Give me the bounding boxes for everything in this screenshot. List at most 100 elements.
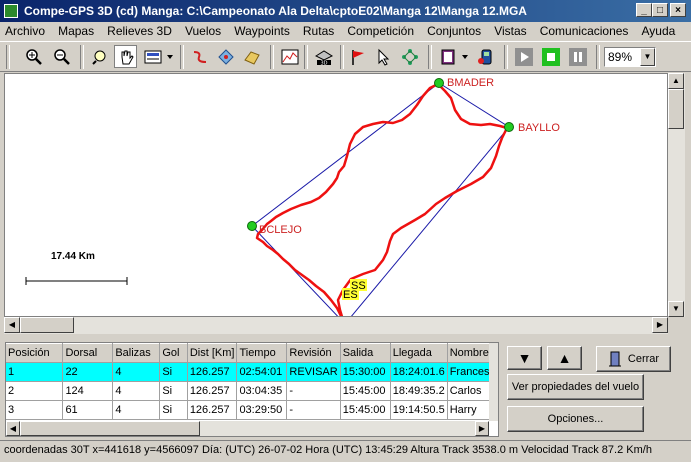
column-header[interactable]: Posición [6,343,64,363]
table-cell: 15:45:00 [340,400,391,420]
waypoint-marker[interactable] [504,122,514,132]
move-down-button[interactable]: ▼ [507,346,542,370]
menu-mapas[interactable]: Mapas [53,22,99,38]
route-line [251,82,510,316]
column-header[interactable]: Dist [Km] [187,343,238,363]
window-title: Compe-GPS 3D (cd) Manga: C:\Campeonato A… [24,4,527,18]
scroll-right-icon[interactable]: ▶ [475,421,489,436]
zoom-in-icon[interactable] [22,45,45,68]
table-cell: 2 [6,381,64,401]
waypoints-icon[interactable] [214,45,237,68]
column-header[interactable]: Gol [159,343,188,363]
column-header[interactable]: Dorsal [62,343,114,363]
scroll-down-icon[interactable]: ▼ [668,301,684,317]
map-vertical-scrollbar[interactable]: ▲ ▼ [668,73,685,317]
menu-vuelos[interactable]: Vuelos [180,22,226,38]
toolbar-separator [340,45,344,69]
pause-icon[interactable] [566,45,589,68]
table-cell: Si [159,362,188,382]
draw-track-icon[interactable] [188,45,211,68]
book-icon[interactable] [436,45,459,68]
zoom-tool-icon[interactable] [88,45,111,68]
table-header: Posición Dorsal Balizas Gol Dist [Km] Ti… [6,343,498,363]
menu-vistas[interactable]: Vistas [489,22,531,38]
toolbar-separator [270,45,274,69]
toolbar-separator [180,45,184,69]
table-vertical-scrollbar[interactable] [489,343,498,421]
chevron-down-icon[interactable]: ▼ [640,48,655,66]
close-button-label: Cerrar [627,353,660,365]
toolbar-separator [504,45,508,69]
table-horizontal-scrollbar[interactable]: ◀ ▶ [6,421,489,436]
scroll-thumb[interactable] [20,421,200,436]
table-row[interactable]: 2 124 4 Si 126.257 03:04:35 - 15:45:00 1… [6,381,498,401]
table-row[interactable]: 3 61 4 Si 126.257 03:29:50 - 15:45:00 19… [6,400,498,420]
menu-competicion[interactable]: Competición [342,22,419,38]
menu-archivo[interactable]: Archivo [0,22,50,38]
table-cell: 61 [62,400,114,420]
3d-view-icon[interactable]: 3D [312,45,335,68]
table-cell: 3 [6,400,64,420]
map-view-icon[interactable] [141,45,164,68]
scroll-left-icon[interactable]: ◀ [6,421,20,436]
network-icon[interactable] [398,45,421,68]
column-header[interactable]: Llegada [390,343,448,363]
map-view[interactable]: BMADER BAYLLO BCLEJO SS ES 17.44 Km [4,73,668,317]
zoom-out-icon[interactable] [50,45,73,68]
table-cell: 4 [112,362,161,382]
waypoint-marker[interactable] [434,78,444,88]
close-window-button[interactable]: × [670,3,686,17]
zoom-value: 89% [608,50,633,64]
profile-chart-icon[interactable] [278,45,301,68]
table-cell: - [286,400,341,420]
scroll-thumb[interactable] [20,317,74,333]
chevron-down-icon[interactable] [164,45,176,68]
table-row[interactable]: 1 22 4 Si 126.257 02:54:01 REVISAR 15:30… [6,362,498,382]
table-cell: - [286,381,341,401]
scale-label: 17.44 Km [51,251,95,262]
column-header[interactable]: Balizas [112,343,161,363]
map-horizontal-scrollbar[interactable]: ◀ ▶ [4,317,668,334]
menu-comunicaciones[interactable]: Comunicaciones [535,22,634,38]
status-text: coordenadas 30T x=441618 y=4566097 Día: … [4,444,652,456]
table-cell: 19:14:50.5 [390,400,448,420]
zoom-select[interactable]: 89% ▼ [604,47,656,67]
options-button[interactable]: Opciones... [507,406,644,432]
title-bar: Compe-GPS 3D (cd) Manga: C:\Campeonato A… [0,0,691,22]
waypoint-marker[interactable] [247,221,257,231]
menu-ayuda[interactable]: Ayuda [637,22,681,38]
flight-properties-button[interactable]: Ver propiedades del vuelo [507,374,644,400]
column-header[interactable]: Tiempo [236,343,288,363]
table-cell: 22 [62,362,114,382]
scroll-right-icon[interactable]: ▶ [652,317,668,333]
start-label-es: ES [343,289,358,301]
maximize-button[interactable]: □ [652,3,668,17]
menu-waypoints[interactable]: Waypoints [229,22,295,38]
cursor-icon[interactable] [372,45,395,68]
stop-icon[interactable] [539,45,562,68]
menu-relieves-3d[interactable]: Relieves 3D [102,22,177,38]
close-button[interactable]: Cerrar [596,346,671,372]
column-header[interactable]: Salida [340,343,391,363]
column-header[interactable]: Revisión [286,343,341,363]
menu-rutas[interactable]: Rutas [298,22,339,38]
results-table[interactable]: Posición Dorsal Balizas Gol Dist [Km] Ti… [5,342,499,437]
scroll-left-icon[interactable]: ◀ [4,317,20,333]
minimize-button[interactable]: _ [636,3,652,17]
flag-icon[interactable] [346,45,369,68]
menu-conjuntos[interactable]: Conjuntos [422,22,486,38]
table-cell: 18:24:01.6 [390,362,448,382]
gps-icon[interactable] [474,45,497,68]
hand-pan-icon[interactable] [114,45,137,68]
play-icon[interactable] [512,45,535,68]
table-cell: REVISAR [286,362,341,382]
svg-text:3D: 3D [320,60,327,66]
table-cell: Si [159,400,188,420]
scroll-thumb[interactable] [668,89,684,129]
scroll-up-icon[interactable]: ▲ [668,73,684,89]
chevron-down-icon[interactable] [460,45,470,68]
move-up-button[interactable]: ▲ [547,346,582,370]
toolbar-separator [80,45,84,69]
table-cell: Si [159,381,188,401]
map-3d-icon[interactable] [240,45,263,68]
